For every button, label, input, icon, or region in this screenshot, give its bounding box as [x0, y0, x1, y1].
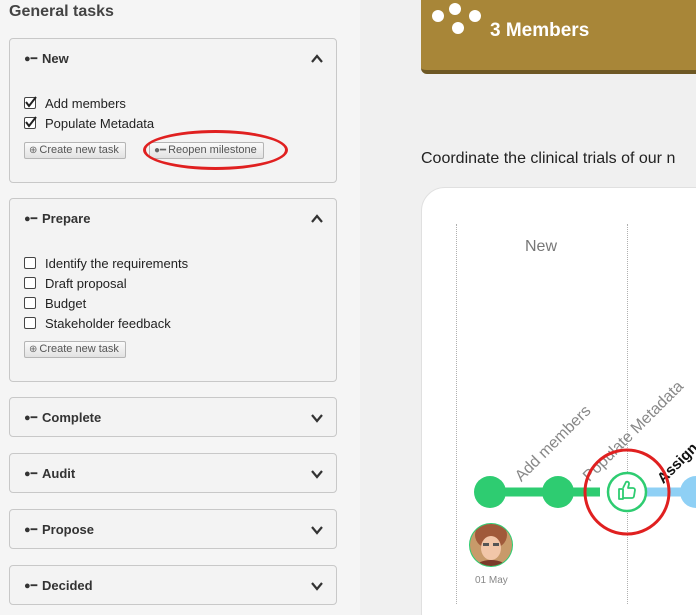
milestone-dot[interactable]: [680, 476, 696, 508]
task-label: Populate Metadata: [45, 116, 155, 131]
milestone-panel-prepare: ●━ Prepare Identify the requirements Dra…: [9, 198, 337, 382]
panel-title: New: [42, 51, 69, 66]
panel-title: Complete: [42, 410, 102, 425]
milestone-dot[interactable]: [474, 476, 506, 508]
task-label: Add members: [45, 96, 126, 111]
pin-icon: ●━: [24, 53, 38, 65]
pin-icon: ●━: [24, 412, 38, 424]
chevron-up-icon[interactable]: [310, 212, 324, 226]
chevron-down-icon[interactable]: [310, 411, 324, 425]
checkbox-checked[interactable]: [24, 96, 37, 109]
plus-circle-icon: ⊕: [29, 344, 38, 355]
panel-title: Decided: [42, 578, 93, 593]
task-item[interactable]: Add members: [24, 96, 126, 111]
sidebar-title: General tasks: [9, 3, 114, 20]
chevron-down-icon[interactable]: [310, 523, 324, 537]
milestone-panel-decided[interactable]: ●━ Decided: [9, 565, 337, 605]
checkbox[interactable]: [24, 277, 36, 289]
checkbox[interactable]: [24, 317, 36, 329]
tasks-sidebar: General tasks ●━ New Add members Populat…: [0, 0, 360, 615]
milestone-dot[interactable]: [542, 476, 574, 508]
task-item[interactable]: Populate Metadata: [24, 116, 154, 131]
checkbox[interactable]: [24, 257, 36, 269]
pin-icon: ●━: [24, 524, 38, 536]
pin-icon: ●━: [24, 213, 38, 225]
checkbox[interactable]: [24, 297, 36, 309]
task-item[interactable]: Stakeholder feedback: [24, 316, 171, 331]
panel-title: Prepare: [42, 211, 91, 226]
button-label: Create new task: [39, 343, 119, 355]
annotation-circle: [143, 130, 288, 170]
task-label: Budget: [45, 296, 87, 311]
task-item[interactable]: Draft proposal: [24, 276, 127, 291]
task-item[interactable]: Budget: [24, 296, 86, 311]
create-new-task-button[interactable]: ⊕ Create new task: [24, 341, 126, 358]
chevron-down-icon[interactable]: [310, 467, 324, 481]
chevron-down-icon[interactable]: [310, 579, 324, 593]
panel-title: Audit: [42, 466, 76, 481]
main-content: 3 Members Coordinate the clinical trials…: [360, 0, 696, 615]
plus-circle-icon: ⊕: [29, 145, 38, 156]
pin-icon: ●━: [24, 468, 38, 480]
avatar[interactable]: [468, 521, 514, 576]
thumbs-up-icon[interactable]: [606, 471, 648, 513]
panel-title: Propose: [42, 522, 95, 537]
milestone-panel-complete[interactable]: ●━ Complete: [9, 397, 337, 437]
panel-header-new[interactable]: ●━ New: [10, 39, 336, 79]
pin-icon: ●━: [24, 580, 38, 592]
task-item[interactable]: Identify the requirements: [24, 256, 188, 271]
task-label: Identify the requirements: [45, 256, 189, 271]
milestone-panel-audit[interactable]: ●━ Audit: [9, 453, 337, 493]
create-new-task-button[interactable]: ⊕ Create new task: [24, 142, 126, 159]
task-label: Draft proposal: [45, 276, 127, 291]
milestone-date: 01 May: [475, 575, 508, 586]
button-label: Create new task: [39, 144, 119, 156]
checkbox-checked[interactable]: [24, 116, 37, 129]
task-label: Stakeholder feedback: [45, 316, 171, 331]
chevron-up-icon[interactable]: [310, 52, 324, 66]
panel-header-prepare[interactable]: ●━ Prepare: [10, 199, 336, 239]
timeline-track: [468, 448, 696, 576]
milestone-panel-propose[interactable]: ●━ Propose: [9, 509, 337, 549]
